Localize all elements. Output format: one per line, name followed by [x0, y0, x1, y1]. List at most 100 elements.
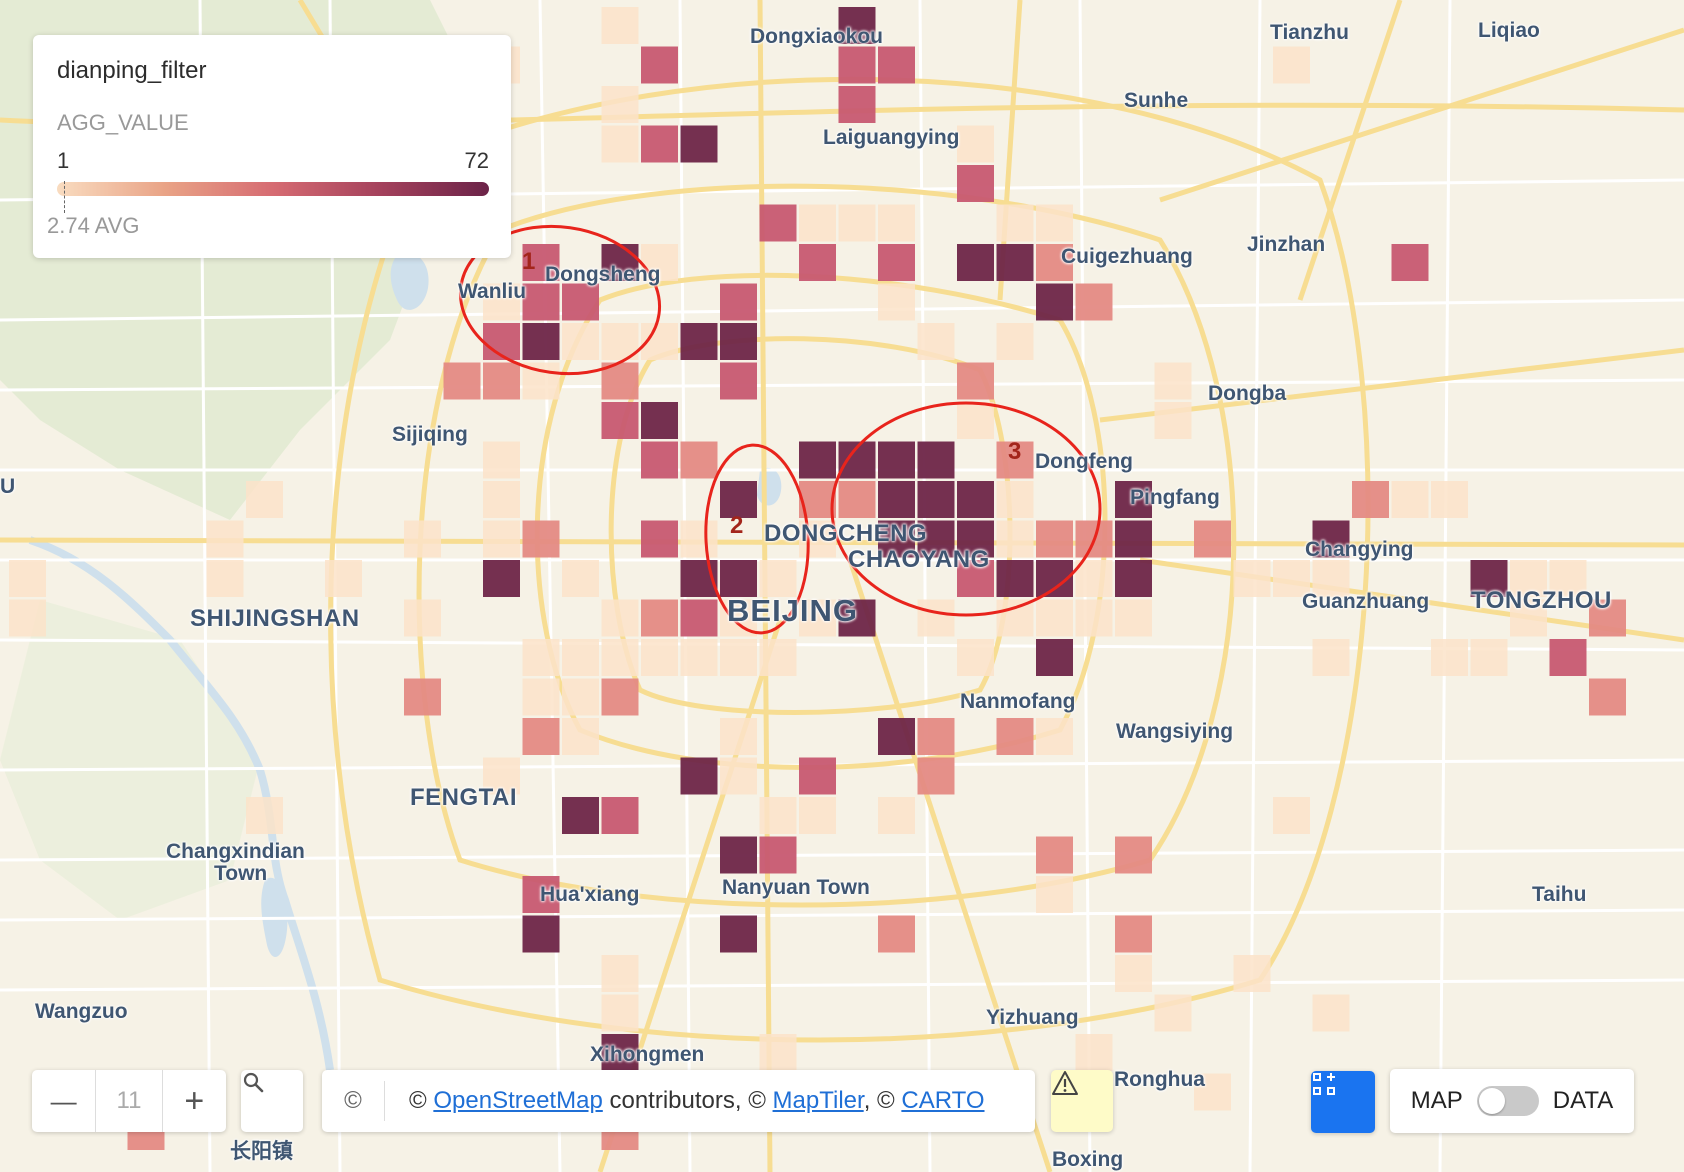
grid-cell[interactable]	[522, 915, 560, 953]
grid-cell[interactable]	[483, 560, 520, 597]
grid-cell[interactable]	[878, 915, 915, 953]
view-switch[interactable]	[1476, 1086, 1539, 1116]
grid-cell[interactable]	[878, 718, 915, 755]
grid-cell[interactable]	[1273, 560, 1310, 597]
grid-cell[interactable]	[601, 125, 639, 163]
grid-cell[interactable]	[562, 283, 599, 321]
grid-cell[interactable]	[680, 520, 718, 558]
grid-cell[interactable]	[1115, 481, 1152, 518]
grid-cell[interactable]	[601, 678, 639, 716]
zoom-in-button[interactable]: +	[163, 1070, 226, 1132]
grid-cell[interactable]	[1233, 955, 1271, 992]
grid-cell[interactable]	[759, 1034, 797, 1071]
grid-cell[interactable]	[601, 797, 639, 834]
grid-cell[interactable]	[641, 402, 678, 439]
grid-cell[interactable]	[957, 125, 994, 163]
grid-cell[interactable]	[878, 46, 915, 84]
grid-cell[interactable]	[957, 244, 994, 281]
grid-cell[interactable]	[680, 599, 718, 637]
grid-cell[interactable]	[9, 599, 46, 637]
grid-cell[interactable]	[522, 520, 560, 558]
grid-cell[interactable]	[799, 599, 836, 637]
grid-cell[interactable]	[1352, 481, 1389, 518]
warning-button[interactable]	[1051, 1070, 1113, 1132]
grid-cell[interactable]	[1075, 599, 1113, 637]
grid-cell[interactable]	[1115, 955, 1152, 992]
grid-cell[interactable]	[957, 402, 994, 439]
grid-cell[interactable]	[1312, 639, 1350, 676]
grid-cell[interactable]	[641, 441, 678, 479]
grid-cell[interactable]	[562, 678, 599, 716]
grid-cell[interactable]	[996, 481, 1034, 518]
grid-cell[interactable]	[878, 283, 915, 321]
grid-cell[interactable]	[917, 441, 955, 479]
grid-cell[interactable]	[206, 560, 244, 597]
grid-cell[interactable]	[404, 520, 441, 558]
grid-cell[interactable]	[720, 757, 757, 795]
grid-cell[interactable]	[1154, 362, 1192, 400]
grid-cell[interactable]	[601, 86, 639, 123]
grid-cell[interactable]	[759, 797, 797, 834]
grid-cell[interactable]	[878, 481, 915, 518]
grid-cell[interactable]	[522, 718, 560, 755]
grid-cell[interactable]	[1154, 402, 1192, 439]
grid-cell[interactable]	[759, 836, 797, 874]
grid-cell[interactable]	[957, 560, 994, 597]
grid-cell[interactable]	[1115, 915, 1152, 953]
grid-cell[interactable]	[483, 362, 520, 400]
grid-cell[interactable]	[680, 441, 718, 479]
grid-cell[interactable]	[1036, 599, 1073, 637]
grid-cell[interactable]	[878, 244, 915, 281]
grid-cell[interactable]	[1391, 244, 1429, 281]
grid-cell[interactable]	[759, 204, 797, 242]
grid-cell[interactable]	[1470, 639, 1508, 676]
grid-cell[interactable]	[1115, 560, 1152, 597]
grid-cell[interactable]	[1115, 836, 1152, 874]
grid-cell[interactable]	[996, 718, 1034, 755]
grid-cell[interactable]	[562, 560, 599, 597]
grid-cell[interactable]	[838, 481, 876, 518]
grid-cell[interactable]	[483, 481, 520, 518]
grid-cell[interactable]	[720, 323, 757, 360]
grid-cell[interactable]	[878, 520, 915, 558]
map-canvas[interactable]: Dongxiaokou Tianzhu Liqiao Sunhe Laiguangyin…	[0, 0, 1684, 1172]
carto-link[interactable]: CARTO	[901, 1087, 984, 1114]
grid-cell[interactable]	[601, 402, 639, 439]
osm-link[interactable]: OpenStreetMap	[433, 1087, 602, 1114]
grid-cell[interactable]	[799, 757, 836, 795]
grid-cell[interactable]	[1470, 560, 1508, 597]
grid-cell[interactable]	[1273, 797, 1310, 834]
grid-cell[interactable]	[246, 481, 283, 518]
grid-cell[interactable]	[996, 560, 1034, 597]
grid-cell[interactable]	[483, 757, 520, 795]
grid-cell[interactable]	[601, 994, 639, 1032]
grid-cell[interactable]	[720, 362, 757, 400]
grid-cell[interactable]	[720, 915, 757, 953]
grid-cell[interactable]	[799, 441, 836, 479]
grid-cell[interactable]	[917, 323, 955, 360]
grid-cell[interactable]	[483, 283, 520, 321]
zoom-out-button[interactable]: —	[32, 1070, 95, 1132]
grid-cell[interactable]	[1036, 836, 1073, 874]
grid-cell[interactable]	[917, 599, 955, 637]
grid-cell[interactable]	[759, 639, 797, 676]
grid-cell[interactable]	[562, 323, 599, 360]
grid-cell[interactable]	[996, 599, 1034, 637]
grid-cell[interactable]	[799, 244, 836, 281]
grid-cell[interactable]	[878, 204, 915, 242]
grid-cell[interactable]	[1036, 520, 1073, 558]
grid-cell[interactable]	[641, 639, 678, 676]
grid-cell[interactable]	[1036, 639, 1073, 676]
grid-cell[interactable]	[601, 955, 639, 992]
grid-cell[interactable]	[522, 323, 560, 360]
grid-cell[interactable]	[720, 560, 757, 597]
grid-cell[interactable]	[601, 7, 639, 44]
grid-cell[interactable]	[878, 797, 915, 834]
grid-cell[interactable]	[838, 7, 876, 44]
grid-cell[interactable]	[522, 678, 560, 716]
grid-cell[interactable]	[1233, 560, 1271, 597]
search-button[interactable]	[241, 1070, 303, 1132]
grid-cell[interactable]	[246, 797, 283, 834]
grid-cell[interactable]	[996, 520, 1034, 558]
grid-cell[interactable]	[1431, 481, 1468, 518]
